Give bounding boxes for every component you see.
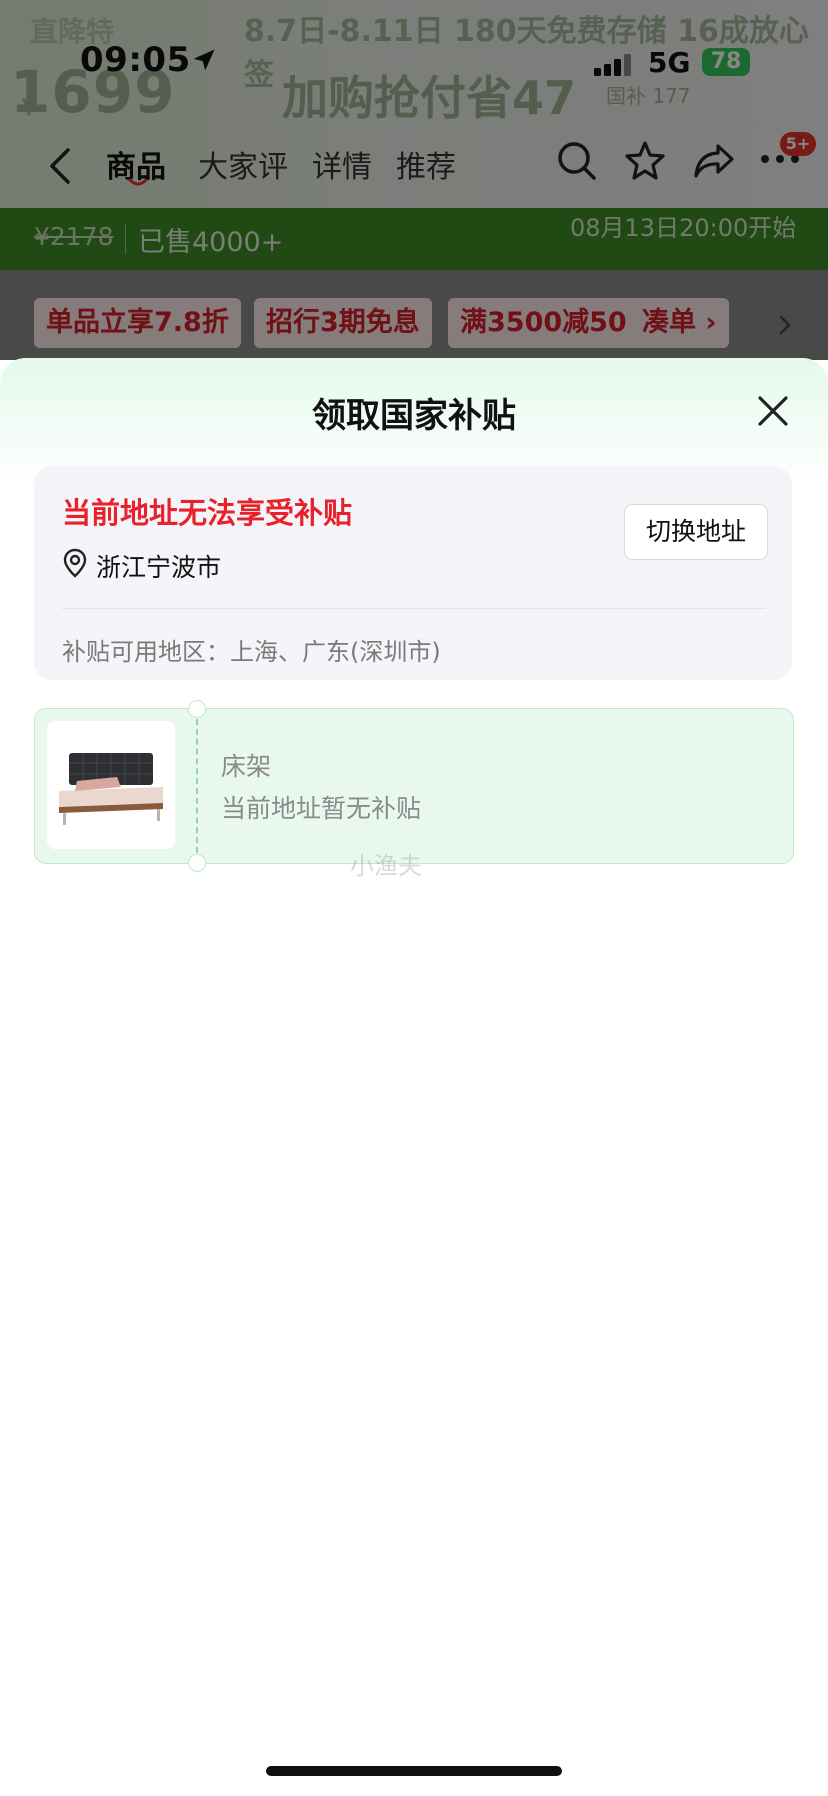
bed-image xyxy=(59,753,163,825)
close-icon[interactable] xyxy=(756,394,790,428)
address-warning: 当前地址无法享受补贴 xyxy=(62,496,353,530)
ticket-notch xyxy=(188,700,206,718)
modal-overlay[interactable] xyxy=(0,0,828,360)
subsidy-item-card[interactable]: 床架 当前地址暂无补贴 xyxy=(34,700,794,872)
watermark: 小渔夫 xyxy=(350,852,422,880)
switch-address-button[interactable]: 切换地址 xyxy=(624,504,768,560)
ticket-notch xyxy=(188,854,206,872)
location-pin-icon xyxy=(63,548,87,578)
ticket-divider xyxy=(196,719,198,853)
sheet-title: 领取国家补贴 xyxy=(312,396,516,436)
item-subsidy-status: 当前地址暂无补贴 xyxy=(221,794,422,823)
address-card: 当前地址无法享受补贴 浙江宁波市 切换地址 补贴可用地区：上海、广东(深圳市) xyxy=(34,466,792,680)
home-indicator xyxy=(266,1766,562,1776)
item-name: 床架 xyxy=(221,752,272,781)
eligible-regions: 补贴可用地区：上海、广东(深圳市) xyxy=(62,638,441,666)
address-divider xyxy=(62,608,766,609)
product-thumbnail xyxy=(47,721,175,849)
address-city: 浙江宁波市 xyxy=(96,553,222,582)
subsidy-sheet: 领取国家补贴 当前地址无法享受补贴 浙江宁波市 切换地址 补贴可用地区：上海、广… xyxy=(0,358,828,1796)
